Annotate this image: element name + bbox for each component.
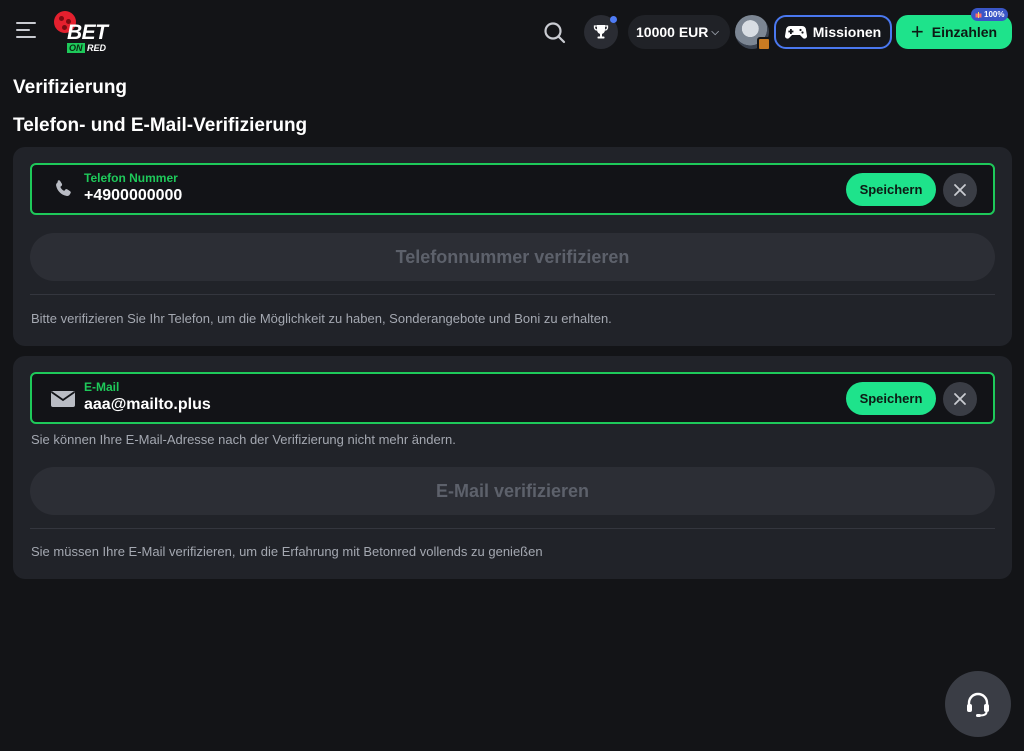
deposit-label: Einzahlen (931, 24, 998, 40)
phone-input[interactable] (84, 187, 784, 205)
logo-text-red: RED (87, 43, 107, 53)
page-title: Verifizierung (13, 77, 128, 98)
phone-clear-button[interactable] (943, 173, 977, 207)
balance-amount: 10000 EUR (636, 24, 709, 40)
deposit-bonus-badge: 100% (971, 8, 1009, 21)
logo-text-bet: BET (67, 21, 108, 44)
missions-label: Missionen (812, 24, 882, 40)
phone-hint-text: Bitte verifizieren Sie Ihr Telefon, um d… (31, 311, 612, 326)
level-badge-icon (757, 37, 771, 51)
missions-button[interactable]: Missionen (774, 15, 892, 49)
balance-selector[interactable]: 10000 EUR ⌵ (628, 15, 730, 49)
email-input[interactable] (84, 396, 784, 414)
betonred-logo[interactable]: BET ON RED (54, 10, 118, 54)
email-save-button[interactable]: Speichern (846, 382, 936, 415)
search-button[interactable] (542, 20, 568, 46)
plus-icon: + (910, 19, 924, 44)
phone-field[interactable]: Telefon Nummer Speichern (30, 163, 995, 215)
gift-icon (975, 12, 982, 18)
trophy-icon (593, 25, 609, 39)
search-icon (544, 22, 566, 44)
close-icon (954, 184, 966, 196)
close-icon (954, 393, 966, 405)
section-title: Telefon- und E-Mail-Verifizierung (13, 115, 308, 136)
email-verification-card: E-Mail Speichern Sie können Ihre E-Mail-… (13, 356, 1012, 579)
hamburger-menu-icon[interactable] (16, 22, 36, 40)
phone-field-label: Telefon Nummer (84, 171, 178, 185)
phone-divider (30, 294, 995, 295)
trophy-button[interactable] (584, 15, 618, 49)
user-avatar[interactable] (735, 15, 771, 51)
email-clear-button[interactable] (943, 382, 977, 416)
verify-phone-button[interactable]: Telefonnummer verifizieren (30, 233, 995, 281)
support-chat-button[interactable] (945, 671, 1011, 737)
gamepad-icon (784, 26, 807, 39)
top-header: BET ON RED 10000 EUR ⌵ Missionen + Einza… (0, 0, 1024, 64)
chevron-down-icon: ⌵ (711, 26, 719, 38)
phone-icon (56, 180, 71, 196)
email-hint-text: Sie müssen Ihre E-Mail verifizieren, um … (31, 544, 543, 559)
deposit-bonus-percent: 100% (984, 10, 1005, 19)
email-divider (30, 528, 995, 529)
phone-save-button[interactable]: Speichern (846, 173, 936, 206)
headset-icon (967, 692, 989, 717)
notification-dot (610, 16, 617, 23)
email-field-label: E-Mail (84, 380, 120, 394)
email-field[interactable]: E-Mail Speichern (30, 372, 995, 424)
mail-icon (50, 391, 76, 407)
logo-text-on: ON (67, 43, 85, 53)
verify-email-button[interactable]: E-Mail verifizieren (30, 467, 995, 515)
phone-verification-card: Telefon Nummer Speichern Telefonnummer v… (13, 147, 1012, 346)
email-note-text: Sie können Ihre E-Mail-Adresse nach der … (31, 432, 456, 447)
